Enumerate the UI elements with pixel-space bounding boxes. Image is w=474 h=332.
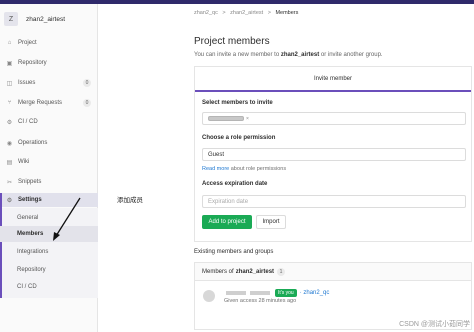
- sidebar-item-label: Merge Requests: [18, 100, 63, 106]
- sidebar-item-label: Settings: [18, 197, 42, 203]
- description-project: zhan2_airtest: [280, 52, 320, 58]
- invite-member-panel: Invite member Select members to invite ×…: [194, 66, 472, 242]
- expiration-date-label: Access expiration date: [202, 181, 268, 187]
- sidebar-item-merge-requests[interactable]: ⑂ Merge Requests 0: [0, 96, 98, 110]
- member-count-badge: 1: [277, 267, 286, 276]
- merge-requests-count-badge: 0: [83, 99, 91, 107]
- breadcrumb-separator: >: [222, 10, 226, 16]
- settings-icon: ⚙: [6, 197, 13, 204]
- operations-icon: ◉: [6, 140, 13, 147]
- sidebar-item-ci-cd[interactable]: ⚙ CI / CD: [0, 115, 98, 129]
- watermark: CSDN @测试小茹同学: [399, 321, 470, 328]
- sidebar-item-label: Snippets: [18, 179, 42, 185]
- read-more-text: Read more about role permissions: [202, 166, 286, 172]
- redacted-username: [250, 291, 270, 295]
- breadcrumb-current[interactable]: Members: [275, 10, 298, 16]
- sidebar-item-operations[interactable]: ◉ Operations: [0, 136, 98, 150]
- page-description: You can invite a new member to zhan2_air…: [194, 52, 383, 58]
- merge-requests-icon: ⑂: [7, 100, 12, 106]
- select-members-label: Select members to invite: [202, 100, 273, 106]
- settings-sub-repository[interactable]: Repository: [0, 262, 98, 278]
- project-avatar: Z: [4, 12, 18, 26]
- sidebar-item-label: Issues: [18, 80, 36, 86]
- ci-cd-icon: ⚙: [6, 119, 13, 126]
- project-icon: ⌂: [7, 40, 12, 46]
- sidebar-item-project[interactable]: ⌂ Project: [0, 36, 98, 50]
- remove-token-icon[interactable]: ×: [246, 116, 249, 122]
- sidebar-item-repository[interactable]: ▣ Repository: [0, 56, 98, 70]
- existing-members-heading: Existing members and groups: [194, 249, 274, 255]
- selected-member-token: [208, 116, 244, 121]
- issues-icon: ◫: [6, 80, 13, 87]
- sidebar-project-header[interactable]: Z zhan2_airtest: [4, 11, 65, 27]
- description-text: You can invite a new member to: [194, 52, 280, 58]
- page-title: Project members: [194, 36, 270, 47]
- breadcrumb-project[interactable]: zhan2_airtest: [230, 10, 263, 16]
- annotation-arrow: [53, 197, 81, 241]
- members-list-header: Members of zhan2_airtest 1: [195, 263, 471, 281]
- add-to-project-button[interactable]: Add to project: [202, 215, 252, 229]
- tab-invite-member[interactable]: Invite member: [195, 67, 471, 90]
- expiration-date-input[interactable]: Expiration date: [202, 195, 466, 208]
- member-row: It's you · zhan2_qc: [224, 289, 329, 297]
- sidebar-item-label: Operations: [18, 140, 48, 146]
- project-sidebar: Z zhan2_airtest ⌂ Project ▣ Repository ◫…: [0, 4, 98, 332]
- sidebar-item-label: Wiki: [18, 159, 30, 165]
- wiki-icon: ▤: [6, 159, 13, 166]
- member-avatar: [203, 290, 215, 302]
- settings-sub-ci-cd[interactable]: CI / CD: [0, 279, 98, 295]
- project-name: zhan2_airtest: [26, 15, 66, 23]
- its-you-badge: It's you: [275, 289, 297, 297]
- description-text: or invite another group.: [320, 52, 383, 58]
- issues-count-badge: 0: [83, 79, 91, 87]
- select-members-input[interactable]: ×: [202, 112, 466, 125]
- read-more-rest: about role permissions: [230, 166, 287, 172]
- sidebar-item-label: Project: [18, 40, 37, 46]
- breadcrumb-separator: >: [267, 10, 271, 16]
- sidebar-item-label: CI / CD: [18, 119, 38, 125]
- sidebar-item-issues[interactable]: ◫ Issues 0: [0, 76, 98, 90]
- active-tab-indicator: [195, 90, 471, 92]
- role-permission-select[interactable]: Guest: [202, 148, 466, 161]
- snippets-icon: ✂: [6, 179, 13, 186]
- sidebar-item-wiki[interactable]: ▤ Wiki: [0, 155, 98, 169]
- breadcrumb: zhan2_qc > zhan2_airtest > Members: [194, 10, 301, 16]
- redacted-name: [226, 291, 246, 295]
- sidebar-item-label: Repository: [18, 60, 47, 66]
- member-access-granted: Given access 28 minutes ago: [224, 298, 297, 304]
- repository-icon: ▣: [6, 60, 13, 67]
- members-of-label: Members of: [202, 268, 234, 275]
- role-permission-label: Choose a role permission: [202, 135, 276, 141]
- import-button[interactable]: Import: [256, 215, 286, 229]
- breadcrumb-group[interactable]: zhan2_qc: [194, 10, 218, 16]
- settings-sub-integrations[interactable]: Integrations: [0, 244, 98, 260]
- sidebar-item-snippets[interactable]: ✂ Snippets: [0, 175, 98, 189]
- annotation-text: 添加成员: [117, 197, 143, 204]
- members-of-project: zhan2_airtest: [235, 268, 275, 275]
- member-username-link[interactable]: · zhan2_qc: [300, 290, 330, 296]
- read-more-link[interactable]: Read more: [202, 166, 229, 172]
